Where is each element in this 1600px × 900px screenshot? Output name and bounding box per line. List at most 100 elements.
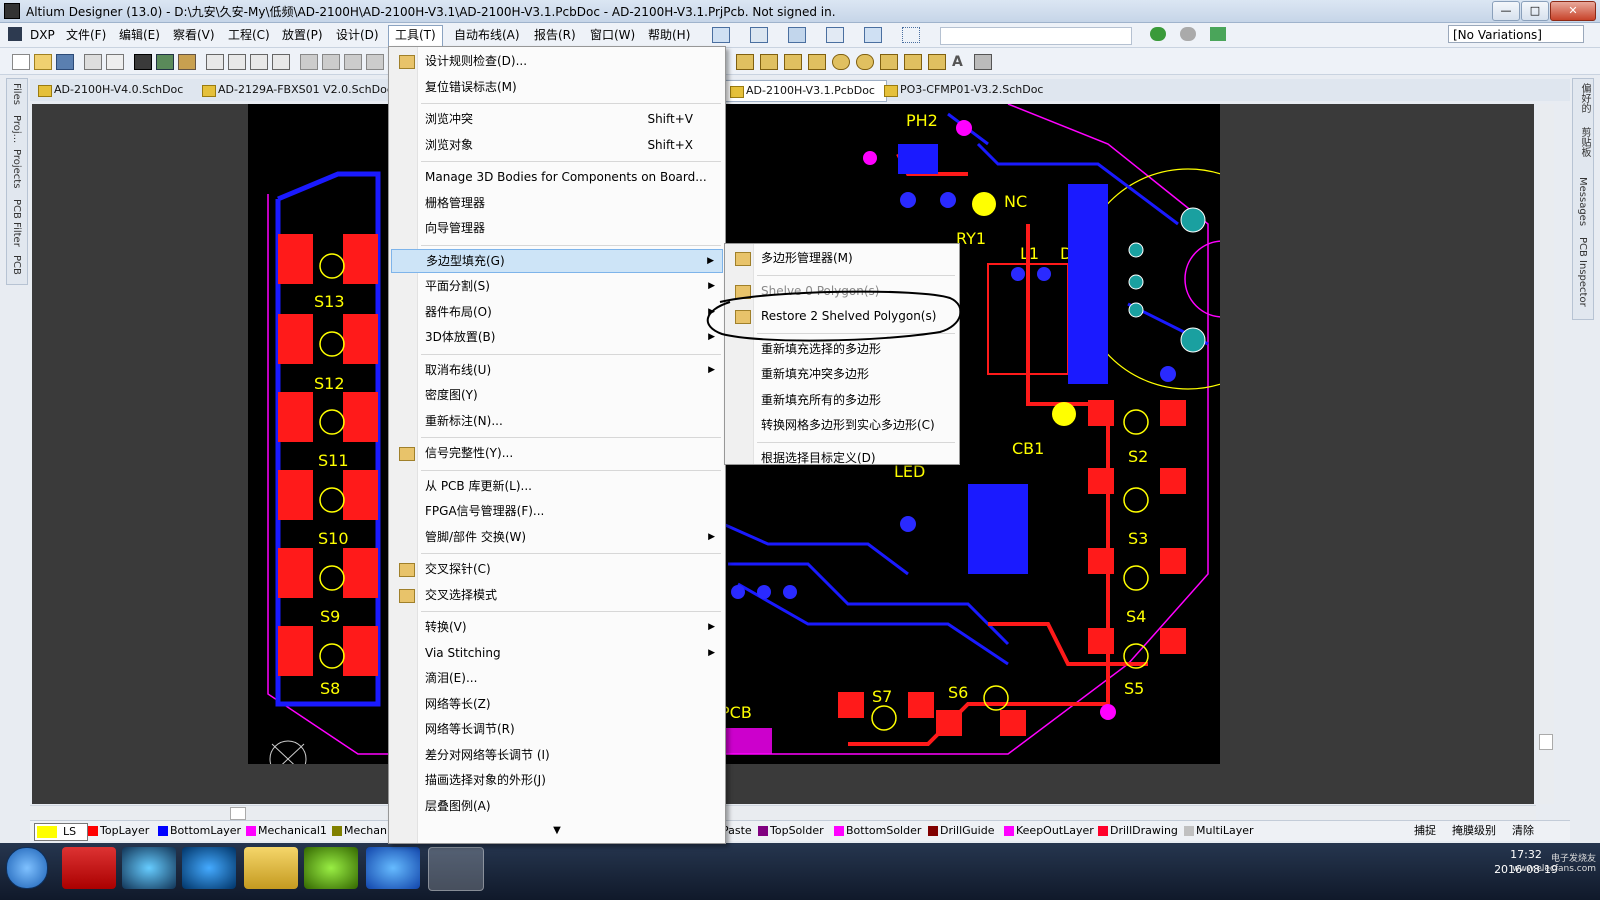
tools-menu-item-7-1[interactable]: 交叉选择模式 <box>391 583 723 607</box>
files-panel-tab[interactable]: Files <box>11 83 22 105</box>
pcb-filter-panel-tab[interactable]: PCB Filter <box>11 199 22 247</box>
tools-menu-item-5-0[interactable]: 信号完整性(Y)... <box>391 441 723 465</box>
rule-icon[interactable] <box>826 27 844 43</box>
favorites-panel-tab[interactable]: 偏好的 <box>1577 83 1592 113</box>
tools-menu-item-4-2[interactable]: 重新标注(N)... <box>391 409 723 433</box>
tools-menu-item-6-1[interactable]: FPGA信号管理器(F)... <box>391 499 723 523</box>
polygon-menu-item-3-0[interactable]: 根据选择目标定义(D) <box>727 446 957 470</box>
cut-icon[interactable] <box>300 54 318 70</box>
menu-design[interactable]: 设计(D) <box>330 26 385 44</box>
menu-tools[interactable]: 工具(T) <box>388 25 443 48</box>
new-icon[interactable] <box>12 54 30 70</box>
layer-tab-bottomsolder[interactable]: BottomSolder <box>832 823 921 839</box>
menu-window[interactable]: 窗口(W) <box>584 26 641 44</box>
polygon-menu-item-2-1[interactable]: 重新填充冲突多边形 <box>727 362 957 386</box>
taskbar-app-red-icon[interactable] <box>62 847 116 889</box>
tools-menu-item-8-0[interactable]: 转换(V) ▶ <box>391 615 723 639</box>
taskbar-altium-icon[interactable] <box>428 847 484 891</box>
menu-edit[interactable]: 编辑(E) <box>113 26 166 44</box>
length-tune-icon[interactable] <box>808 54 826 70</box>
tools-menu-item-8-2[interactable]: 滴泪(E)... <box>391 666 723 690</box>
print-preview-icon[interactable] <box>106 54 124 70</box>
tools-menu-item-8-3[interactable]: 网络等长(Z) <box>391 692 723 716</box>
layer-tab-keepoutlayer[interactable]: KeepOutLayer <box>1002 823 1094 839</box>
layer-tab-drilldrawing[interactable]: DrillDrawing <box>1096 823 1178 839</box>
pcb-panel-tab[interactable]: PCB <box>11 255 22 275</box>
menu-project[interactable]: 工程(C) <box>222 26 276 44</box>
rubber-stamp-icon[interactable] <box>366 54 384 70</box>
tools-menu-item-4-1[interactable]: 密度图(Y) <box>391 383 723 407</box>
taskbar-app-blue-icon[interactable] <box>366 847 420 889</box>
tools-menu-item-7-0[interactable]: 交叉探针(C) <box>391 557 723 581</box>
tools-menu-item-8-6[interactable]: 描画选择对象的外形(J) <box>391 768 723 792</box>
projects-panel-tab[interactable]: Projects <box>11 149 22 188</box>
route-icon[interactable] <box>736 54 754 70</box>
menu-file[interactable]: 文件(F) <box>60 26 112 44</box>
zoom-fit-icon[interactable] <box>206 54 224 70</box>
clear-button[interactable]: 清除 <box>1512 823 1534 839</box>
vertical-scrollbar[interactable] <box>1538 104 1554 804</box>
tools-menu-item-3-1[interactable]: 平面分割(S) ▶ <box>391 274 723 298</box>
component-icon[interactable] <box>864 27 882 43</box>
tools-menu-item-1-0[interactable]: 浏览冲突 Shift+V <box>391 107 723 131</box>
tools-menu-item-6-2[interactable]: 管脚/部件 交换(W) ▶ <box>391 525 723 549</box>
tools-menu-item-8-5[interactable]: 差分对网络等长调节 (I) <box>391 743 723 767</box>
mask-level-button[interactable]: 掩膜级别 <box>1452 823 1496 839</box>
board-icon[interactable] <box>134 54 152 70</box>
vscroll-thumb[interactable] <box>1539 734 1553 750</box>
arc-icon[interactable] <box>880 54 898 70</box>
maximize-button[interactable]: □ <box>1521 1 1549 21</box>
menu-view[interactable]: 察看(V) <box>167 26 221 44</box>
fill-icon[interactable] <box>904 54 922 70</box>
tools-menu-item-0-0[interactable]: 设计规则检查(D)... <box>391 49 723 73</box>
polygon-icon[interactable] <box>928 54 946 70</box>
tools-menu-item-3-3[interactable]: 3D体放置(B) ▶ <box>391 325 723 349</box>
tools-menu-item-4-0[interactable]: 取消布线(U) ▶ <box>391 358 723 382</box>
forward-icon[interactable] <box>1180 27 1196 41</box>
taskbar-360-icon[interactable] <box>304 847 358 889</box>
menu-place[interactable]: 放置(P) <box>276 26 329 44</box>
tab-ad2129a-schdoc[interactable]: AD-2129A-FBXS01 V2.0.SchDoc <box>198 80 393 100</box>
copy-icon[interactable] <box>322 54 340 70</box>
open-icon[interactable] <box>34 54 52 70</box>
start-button[interactable] <box>6 847 48 889</box>
layer-tab-toplayer[interactable]: TopLayer <box>86 823 149 839</box>
messages-panel-tab[interactable]: Messages <box>1577 177 1588 226</box>
taskbar-sogou-icon[interactable] <box>182 847 236 889</box>
variations-select[interactable]: [No Variations] <box>1448 25 1584 43</box>
menu-autoroute[interactable]: 自动布线(A) <box>448 26 526 44</box>
paste-icon[interactable] <box>344 54 362 70</box>
taskbar-explorer-icon[interactable] <box>244 847 298 889</box>
interactive-route-icon[interactable] <box>712 27 730 43</box>
zoom-area-icon[interactable] <box>228 54 246 70</box>
tools-menu-item-8-1[interactable]: Via Stitching ▶ <box>391 641 723 665</box>
library-icon[interactable] <box>178 54 196 70</box>
layer-tab-mechan[interactable]: Mechan <box>330 823 387 839</box>
tools-menu-item-2-2[interactable]: 向导管理器 <box>391 216 723 240</box>
align-icon[interactable] <box>750 27 768 43</box>
tools-menu-item-2-0[interactable]: Manage 3D Bodies for Components on Board… <box>391 165 723 189</box>
zoom-selected-icon[interactable] <box>250 54 268 70</box>
menu-reports[interactable]: 报告(R) <box>528 26 582 44</box>
tab-ad2100h-v31-pcbdoc[interactable]: AD-2100H-V3.1.PcbDoc <box>725 80 887 102</box>
tools-menu-item-8-7[interactable]: 层叠图例(A) <box>391 794 723 818</box>
home-icon[interactable] <box>1210 27 1226 41</box>
layer-tab-topsolder[interactable]: TopSolder <box>756 823 824 839</box>
zoom-filter-icon[interactable] <box>272 54 290 70</box>
back-icon[interactable] <box>1150 27 1166 41</box>
filter-combo[interactable] <box>940 27 1132 45</box>
layer-tab-drillguide[interactable]: DrillGuide <box>926 823 994 839</box>
tools-menu-item-3-2[interactable]: 器件布局(O) ▶ <box>391 300 723 324</box>
clipboard-panel-tab[interactable]: 剪贴板 <box>1577 127 1592 157</box>
polygon-menu-item-2-3[interactable]: 转换网格多边形到实心多边形(C) <box>727 413 957 437</box>
layers-icon[interactable] <box>156 54 174 70</box>
multi-route-icon[interactable] <box>784 54 802 70</box>
close-button[interactable]: ✕ <box>1550 1 1596 21</box>
tab-po3-cfmp01-schdoc[interactable]: PO3-CFMP01-V3.2.SchDoc <box>880 80 1043 100</box>
horizontal-scrollbar[interactable] <box>30 805 1536 820</box>
menu-scroll-down-icon[interactable]: ▼ <box>389 825 725 836</box>
layer-tab-bottomlayer[interactable]: BottomLayer <box>156 823 241 839</box>
text-icon[interactable]: A <box>952 54 968 70</box>
pad-icon[interactable] <box>832 54 850 70</box>
grid-icon[interactable] <box>902 27 920 43</box>
